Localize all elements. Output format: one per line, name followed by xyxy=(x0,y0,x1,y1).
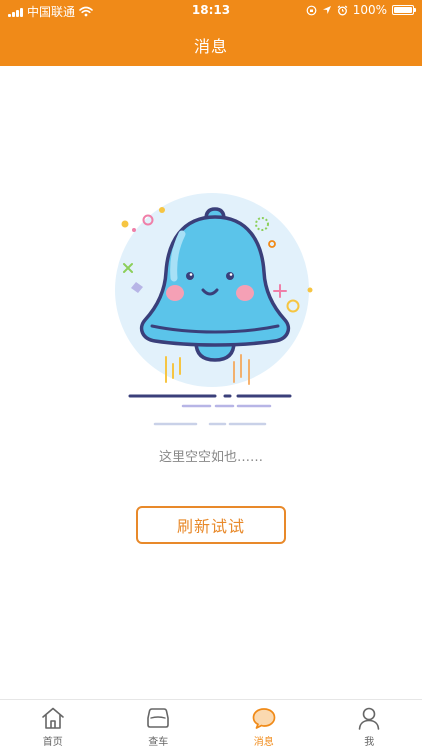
empty-state-message: 这里空空如也…… xyxy=(158,450,263,465)
battery-percentage: 100% xyxy=(352,3,387,17)
app-header: 中国联通 18:13 100% 消息 xyxy=(0,0,422,66)
user-icon xyxy=(358,707,380,730)
tab-home-label: 首页 xyxy=(42,737,63,748)
bottom-tab-bar: 首页 查车 消息 我 xyxy=(0,699,422,750)
chat-bubble-icon xyxy=(252,708,276,729)
bell-icon xyxy=(115,193,313,426)
page-title: 消息 xyxy=(193,37,228,56)
tab-home[interactable]: 首页 xyxy=(0,700,106,750)
car-icon xyxy=(147,708,170,728)
tab-messages-label: 消息 xyxy=(253,737,274,748)
home-icon xyxy=(41,707,64,729)
tab-me-label: 我 xyxy=(364,737,375,748)
battery-icon xyxy=(392,5,416,15)
tab-me[interactable]: 我 xyxy=(317,700,422,750)
location-arrow-icon xyxy=(322,6,331,14)
refresh-button[interactable]: 刷新试试 xyxy=(136,506,286,544)
alarm-icon xyxy=(337,5,348,15)
tab-messages[interactable]: 消息 xyxy=(211,700,317,750)
tab-car[interactable]: 查车 xyxy=(106,700,212,750)
battery-level xyxy=(394,7,412,13)
status-right: 100% xyxy=(306,3,416,17)
empty-bell-illustration xyxy=(100,192,330,432)
tab-car-label: 查车 xyxy=(148,737,169,748)
orientation-lock-icon xyxy=(306,5,317,15)
status-bar: 中国联通 18:13 100% xyxy=(0,0,422,22)
